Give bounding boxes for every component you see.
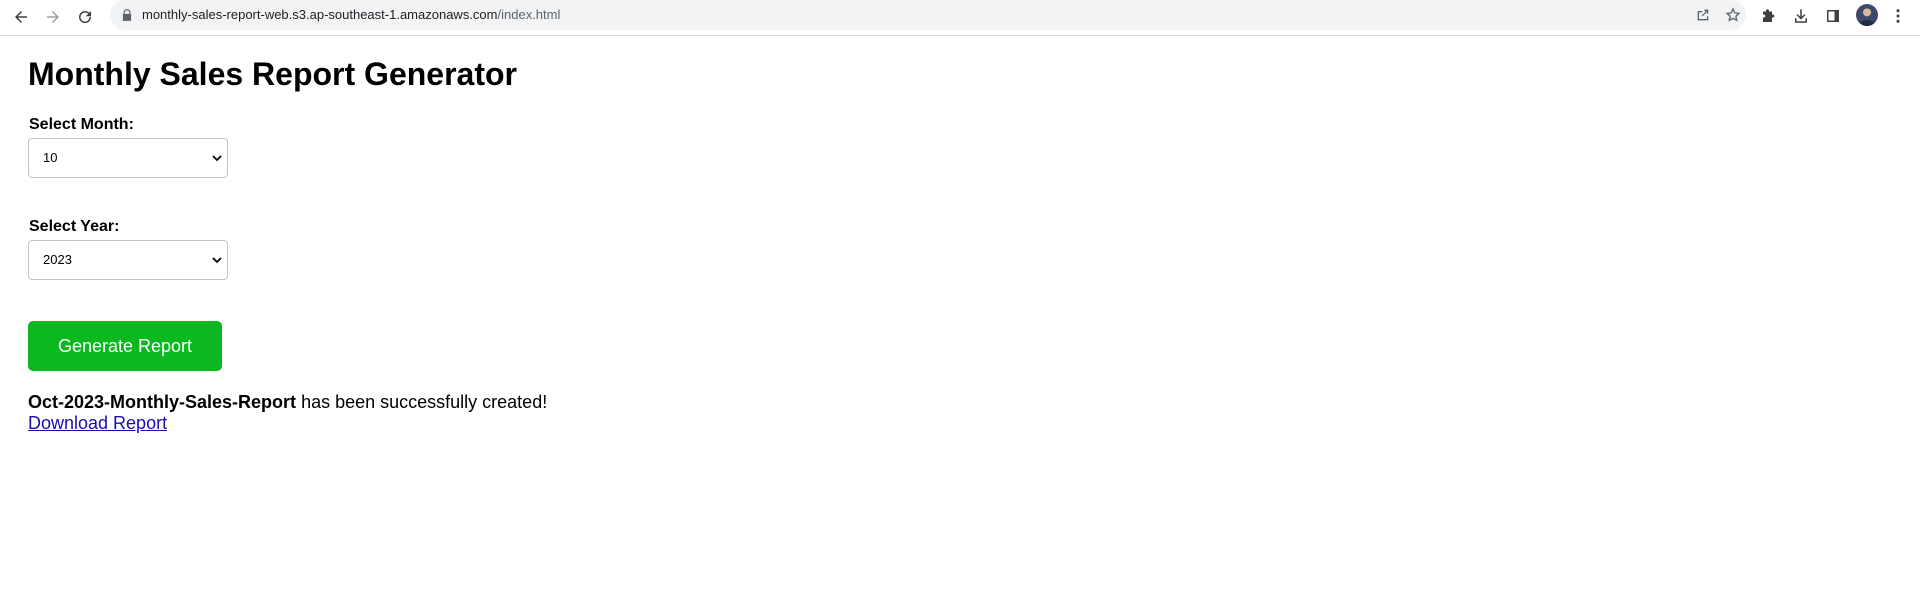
chevron-down-icon: [212, 155, 222, 162]
url-path: /index.html: [497, 7, 561, 22]
chevron-down-icon: [212, 257, 222, 264]
forward-arrow-icon[interactable]: [40, 4, 66, 30]
side-panel-icon[interactable]: [1821, 4, 1845, 28]
download-report-link[interactable]: Download Report: [28, 413, 167, 434]
status-message: Oct-2023-Monthly-Sales-Report has been s…: [28, 392, 547, 413]
puzzle-icon[interactable]: [1757, 4, 1781, 28]
share-icon[interactable]: [1694, 6, 1712, 24]
status-text: has been successfully created!: [296, 392, 548, 412]
url-text[interactable]: monthly-sales-report-web.s3.ap-southeast…: [142, 0, 560, 30]
page-title: Monthly Sales Report Generator: [28, 56, 517, 92]
back-arrow-icon[interactable]: [8, 4, 34, 30]
download-icon[interactable]: [1789, 4, 1813, 28]
report-name: Oct-2023-Monthly-Sales-Report: [28, 392, 297, 412]
month-select[interactable]: 10: [28, 138, 228, 178]
month-label: Select Month:: [29, 116, 134, 133]
address-bar[interactable]: monthly-sales-report-web.s3.ap-southeast…: [110, 0, 1746, 30]
url-host: monthly-sales-report-web.s3.ap-southeast…: [142, 7, 498, 22]
reload-icon[interactable]: [72, 4, 98, 30]
year-label: Select Year:: [29, 218, 120, 235]
year-select-value: 2023: [43, 252, 72, 267]
year-select[interactable]: 2023: [28, 240, 228, 280]
avatar[interactable]: [1856, 4, 1878, 26]
kebab-menu-icon[interactable]: [1886, 4, 1910, 28]
star-icon[interactable]: [1724, 6, 1742, 24]
generate-report-button[interactable]: Generate Report: [28, 321, 222, 371]
lock-icon[interactable]: [120, 8, 134, 22]
browser-toolbar: monthly-sales-report-web.s3.ap-southeast…: [0, 0, 1920, 36]
month-select-value: 10: [43, 150, 58, 165]
